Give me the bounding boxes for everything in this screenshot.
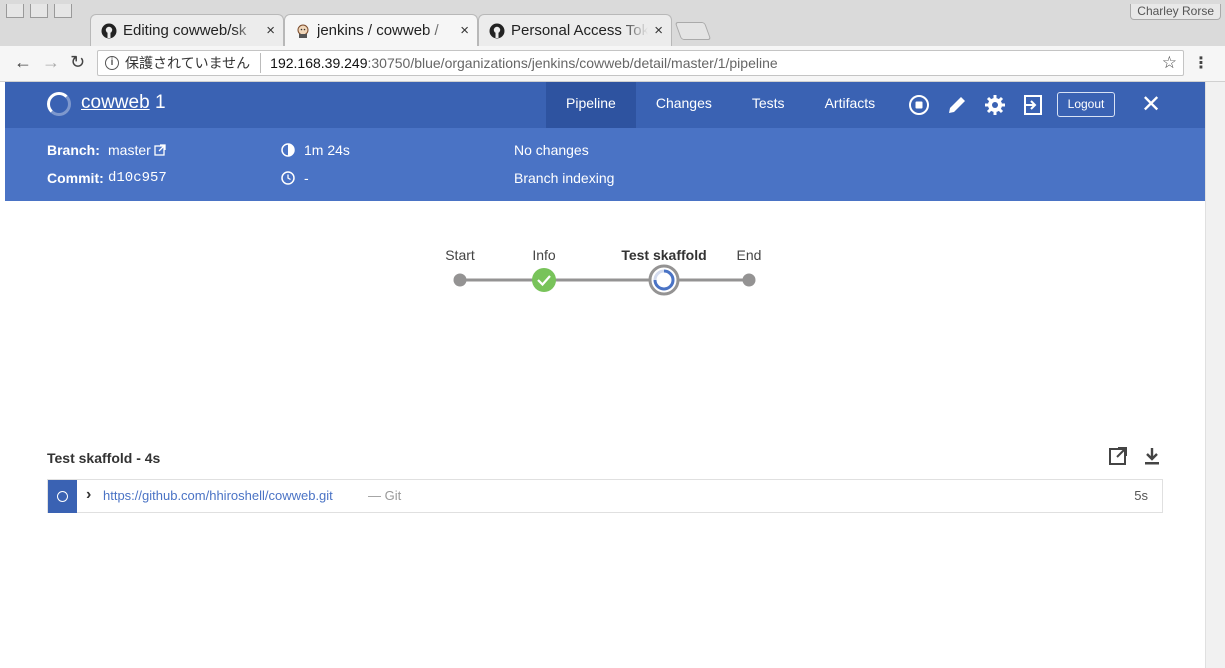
download-icon[interactable]	[1141, 445, 1163, 467]
stage-label-info[interactable]: Info	[532, 247, 555, 263]
end-node	[742, 273, 756, 287]
browser-tabstrip: Charley Rorse Editing cowweb/sk × jenkin…	[0, 0, 1225, 46]
scrollbar[interactable]	[1205, 82, 1225, 668]
tab-close-icon[interactable]: ×	[654, 22, 663, 39]
window-close-icon[interactable]	[6, 4, 24, 18]
url-host: 192.168.39.249	[270, 55, 368, 71]
security-warning[interactable]: 保護されていません	[125, 53, 262, 73]
bookmark-star-icon[interactable]: ☆	[1162, 53, 1177, 73]
step-suffix: — Git	[368, 488, 402, 503]
tab-close-icon[interactable]: ×	[460, 22, 469, 39]
tab-title: Editing cowweb/sk	[123, 22, 247, 39]
profile-badge[interactable]: Charley Rorse	[1130, 4, 1221, 20]
stage-node-info[interactable]	[532, 268, 556, 292]
forward-icon[interactable]: →	[42, 52, 60, 73]
stage-node-test-skaffold[interactable]	[648, 264, 680, 296]
reload-icon[interactable]: ↻	[70, 52, 85, 73]
running-status-icon	[57, 491, 68, 502]
tab-close-icon[interactable]: ×	[266, 22, 275, 39]
step-row[interactable]: › https://github.com/hhiroshell/cowweb.g…	[47, 479, 1163, 513]
address-bar[interactable]: i 保護されていません 192.168.39.249 :30750/blue/o…	[97, 50, 1184, 76]
browser-tab-github-edit[interactable]: Editing cowweb/sk ×	[90, 14, 284, 46]
browser-tab-jenkins[interactable]: jenkins / cowweb / ×	[284, 14, 478, 46]
window-minimize-icon[interactable]	[30, 4, 48, 18]
browser-toolbar: ← → ↻ i 保護されていません 192.168.39.249 :30750/…	[0, 46, 1225, 82]
step-section-title: Test skaffold - 4s	[47, 450, 161, 466]
back-icon[interactable]: ←	[14, 52, 32, 73]
browser-menu-icon[interactable]: ⋮	[1193, 53, 1209, 73]
step-duration: 5s	[1134, 488, 1148, 503]
stage-label-test-skaffold[interactable]: Test skaffold	[621, 247, 706, 263]
run-details-page: cowweb 1 Pipeline Changes Tests Artifact…	[5, 82, 1205, 668]
step-link[interactable]: https://github.com/hhiroshell/cowweb.git	[103, 488, 333, 503]
new-tab-button[interactable]	[674, 22, 712, 40]
pipeline-graph	[453, 264, 756, 296]
stage-label-start: Start	[445, 247, 475, 263]
github-icon	[489, 23, 505, 38]
window-maximize-icon[interactable]	[54, 4, 72, 18]
start-node	[453, 273, 467, 287]
url-path: :30750/blue/organizations/jenkins/cowweb…	[367, 55, 778, 71]
tab-title: jenkins / cowweb /	[317, 22, 439, 39]
info-icon[interactable]: i	[105, 56, 119, 70]
stage-label-end: End	[736, 247, 762, 263]
github-icon	[101, 23, 117, 38]
browser-tab-github-tokens[interactable]: Personal Access Tok ×	[478, 14, 672, 46]
jenkins-icon	[297, 24, 309, 38]
tab-title: Personal Access Tok	[511, 22, 649, 39]
chevron-right-icon[interactable]: ›	[86, 486, 91, 504]
step-status-running	[48, 480, 77, 513]
open-external-icon[interactable]	[1107, 445, 1129, 467]
